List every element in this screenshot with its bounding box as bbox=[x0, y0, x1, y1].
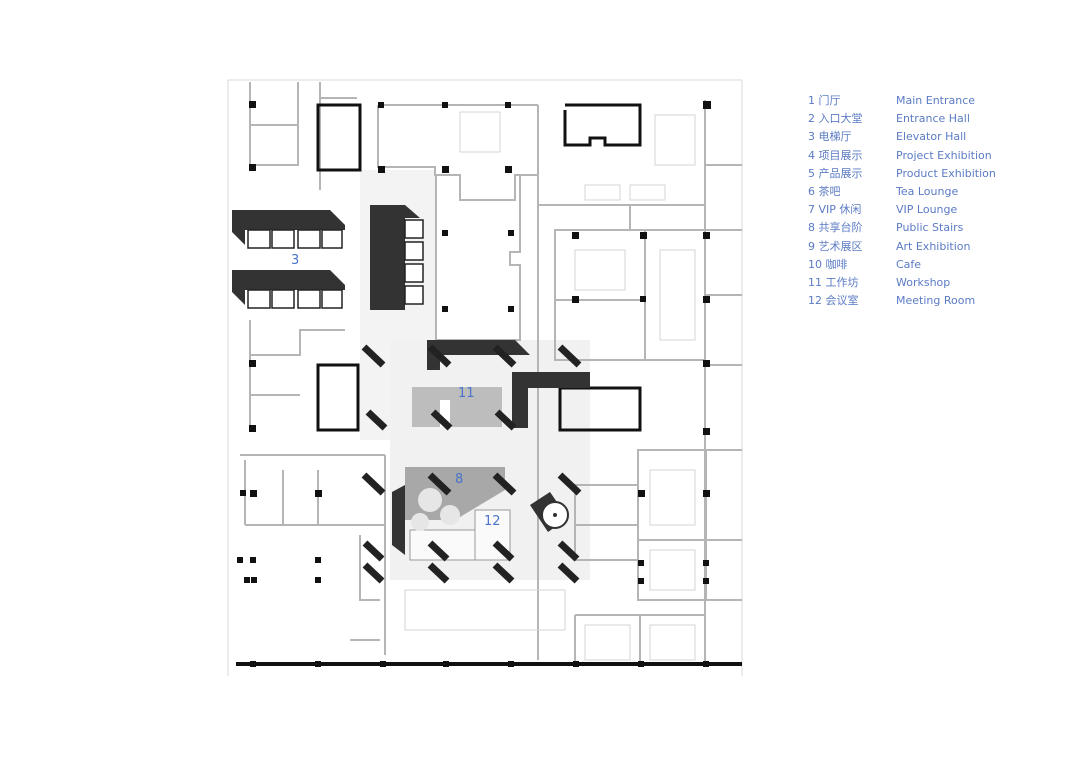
workshop-area bbox=[412, 387, 502, 427]
legend-zh: 1 门厅 bbox=[808, 94, 841, 107]
legend-item: 10 咖啡 Cafe bbox=[808, 256, 996, 274]
legend-zh: 3 电梯厅 bbox=[808, 130, 852, 144]
legend-item: 6 茶吧 Tea Lounge bbox=[808, 183, 996, 201]
legend-item: 4 项目展示 Project Exhibition bbox=[808, 147, 996, 165]
room-label-meeting-room: 12 bbox=[484, 514, 501, 529]
legend-en: Product Exhibition bbox=[896, 166, 996, 180]
room-label-workshop: 11 bbox=[458, 386, 475, 401]
legend-en: Tea Lounge bbox=[896, 185, 959, 199]
legend-zh: 4 项目展示 bbox=[808, 148, 863, 162]
legend-zh: 9 艺术展区 bbox=[808, 239, 863, 253]
legend-en: Entrance Hall bbox=[896, 112, 970, 126]
legend-item: 11 工作坊 Workshop bbox=[808, 274, 996, 292]
legend-zh: 11 工作坊 bbox=[808, 276, 859, 290]
legend: 1 门厅 Main Entrance 2 入口大堂 Entrance Hall 3 … bbox=[808, 92, 996, 310]
legend-item: 1 门厅 Main Entrance bbox=[808, 92, 996, 110]
legend-zh: 6 茶吧 bbox=[808, 185, 841, 199]
legend-item: 12 会议室 Meeting Room bbox=[808, 292, 996, 310]
legend-en: Project Exhibition bbox=[896, 148, 992, 162]
legend-en: Cafe bbox=[896, 257, 922, 271]
legend-item: 3 电梯厅 Elevator Hall bbox=[808, 128, 996, 146]
legend-en: Meeting Room bbox=[896, 294, 976, 308]
room-label-public-stairs: 8 bbox=[455, 472, 464, 487]
legend-item: 2 入口大堂 Entrance Hall bbox=[808, 110, 996, 128]
legend-zh: 7 VIP 休闲 bbox=[808, 203, 862, 217]
room-label-elevator-hall: 3 bbox=[291, 253, 300, 268]
legend-en: Public Stairs bbox=[896, 221, 964, 235]
legend-en: Main Entrance bbox=[896, 94, 976, 107]
legend-zh: 8 共享台阶 bbox=[808, 221, 863, 235]
legend-item: 9 艺术展区 Art Exhibition bbox=[808, 238, 996, 256]
legend-en: Elevator Hall bbox=[896, 130, 967, 144]
legend-zh: 2 入口大堂 bbox=[808, 112, 863, 126]
legend-item: 7 VIP 休闲 VIP Lounge bbox=[808, 201, 996, 219]
legend-item: 5 产品展示 Product Exhibition bbox=[808, 165, 996, 183]
legend-zh: 5 产品展示 bbox=[808, 166, 863, 180]
legend-en: Art Exhibition bbox=[896, 239, 971, 253]
legend-en: Workshop bbox=[896, 276, 951, 290]
legend-zh: 10 咖啡 bbox=[808, 257, 848, 271]
legend-en: VIP Lounge bbox=[896, 203, 958, 217]
legend-item: 8 共享台阶 Public Stairs bbox=[808, 219, 996, 237]
legend-zh: 12 会议室 bbox=[808, 294, 859, 308]
